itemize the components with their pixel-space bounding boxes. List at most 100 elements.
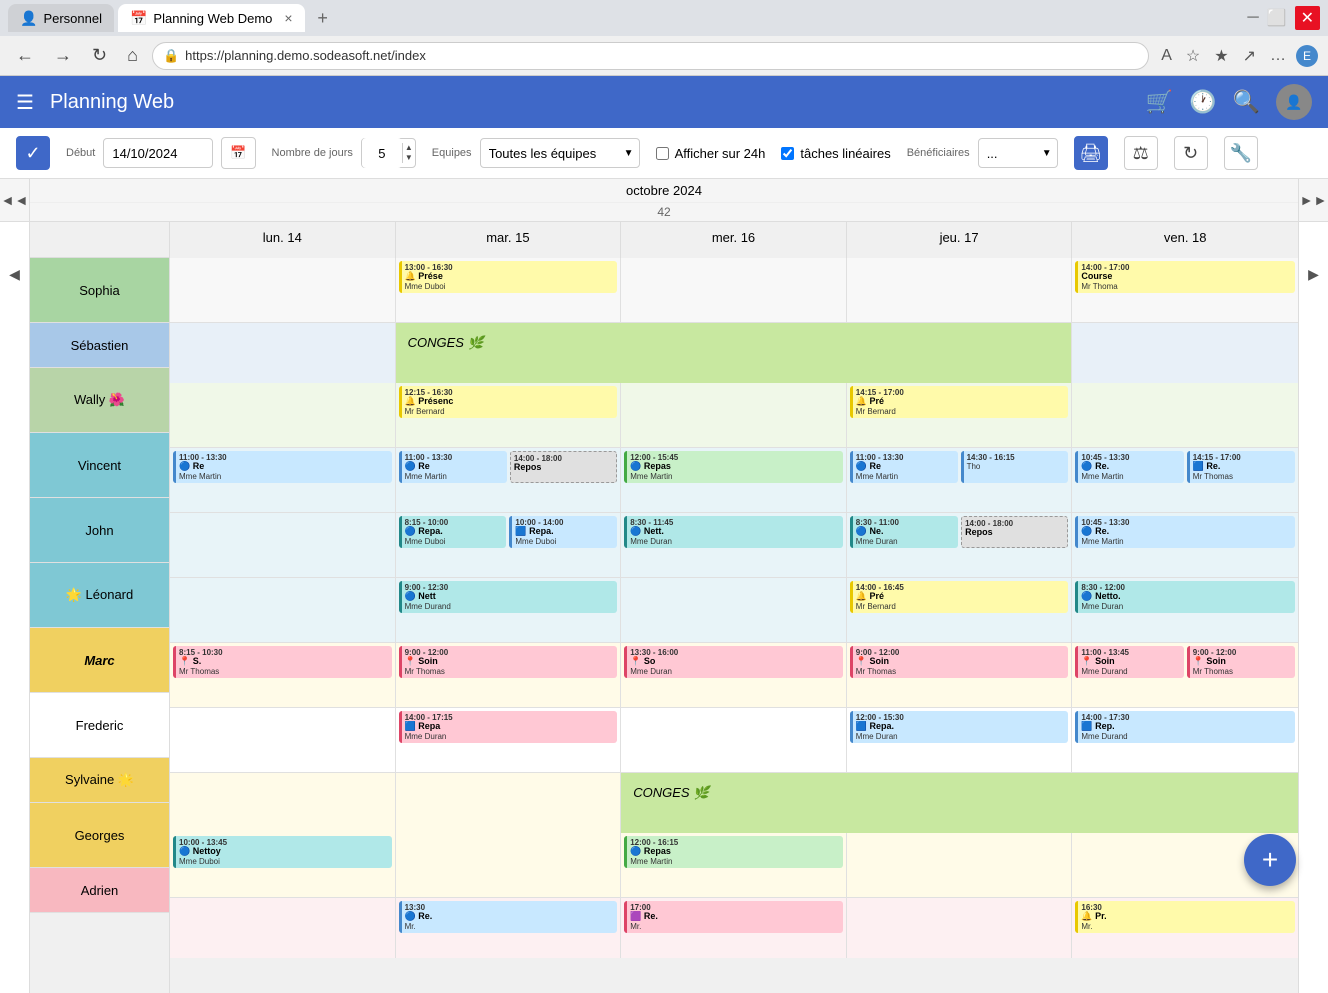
- calendar-picker-button[interactable]: 📅: [221, 137, 255, 169]
- list-item[interactable]: 10:45 - 13:30 🔵 Re. Mme Martin: [1075, 451, 1183, 483]
- cell-sylvaine-mon[interactable]: [170, 773, 396, 833]
- back-button[interactable]: ←: [10, 41, 40, 70]
- cell-adrien-mon[interactable]: [170, 898, 396, 958]
- cell-vincent-tue[interactable]: 11:00 - 13:30 🔵 Re Mme Martin 14:00 - 18…: [396, 448, 622, 512]
- cell-marc-tue[interactable]: 9:00 - 12:00 📍 Soin Mr Thomas: [396, 643, 622, 707]
- next-month-button[interactable]: ►►: [1296, 188, 1328, 212]
- cell-marc-fri[interactable]: 11:00 - 13:45 📍 Soin Mme Durand 9:00 - 1…: [1072, 643, 1298, 707]
- cell-sophia-tue[interactable]: 13:00 - 16:30 🔔 Prése Mme Duboi: [396, 258, 622, 322]
- cell-georges-thu[interactable]: [847, 833, 1073, 897]
- cell-vincent-fri[interactable]: 10:45 - 13:30 🔵 Re. Mme Martin 14:15 - 1…: [1072, 448, 1298, 512]
- fab-add-button[interactable]: +: [1244, 834, 1296, 886]
- cell-leonard-fri[interactable]: 8:30 - 12:00 🔵 Netto. Mme Duran: [1072, 578, 1298, 642]
- cell-frederic-fri[interactable]: 14:00 - 17:30 🟦 Rep. Mme Durand: [1072, 708, 1298, 772]
- cell-vincent-thu[interactable]: 11:00 - 13:30 🔵 Re Mme Martin 14:30 - 16…: [847, 448, 1073, 512]
- cell-wally-tue[interactable]: 12:15 - 16:30 🔔 Présenc Mr Bernard: [396, 383, 622, 447]
- cell-adrien-tue[interactable]: 13:30 🔵 Re. Mr.: [396, 898, 622, 958]
- list-item[interactable]: 14:00 - 18:00 Repos: [961, 516, 1068, 548]
- cell-frederic-thu[interactable]: 12:00 - 15:30 🟦 Repa. Mme Duran: [847, 708, 1073, 772]
- afficher-checkbox[interactable]: [656, 147, 669, 160]
- list-item[interactable]: 13:00 - 16:30 🔔 Prése Mme Duboi: [399, 261, 618, 293]
- prev-month-button[interactable]: ◄◄: [0, 188, 32, 212]
- new-tab-button[interactable]: +: [309, 4, 337, 32]
- list-item[interactable]: 8:30 - 11:00 🔵 Ne. Mme Duran: [850, 516, 958, 548]
- bookmark-icon[interactable]: ☆: [1182, 42, 1204, 70]
- debut-input[interactable]: [103, 138, 213, 168]
- list-item[interactable]: 17:00 🟪 Re. Mr.: [624, 901, 843, 933]
- list-item[interactable]: 14:15 - 17:00 🟦 Re. Mr Thomas: [1187, 451, 1295, 483]
- cell-vincent-mon[interactable]: 11:00 - 13:30 🔵 Re Mme Martin: [170, 448, 396, 512]
- favorites-icon[interactable]: ★: [1210, 42, 1232, 70]
- list-item[interactable]: 8:15 - 10:00 🔵 Repa. Mme Duboi: [399, 516, 507, 548]
- list-item[interactable]: 12:00 - 16:15 🔵 Repas Mme Martin: [624, 836, 843, 868]
- list-item[interactable]: 12:15 - 16:30 🔔 Présenc Mr Bernard: [399, 386, 618, 418]
- cell-wally-wed[interactable]: [621, 383, 847, 447]
- list-item[interactable]: 14:30 - 16:15 Tho: [961, 451, 1069, 483]
- list-item[interactable]: 14:15 - 17:00 🔔 Pré Mr Bernard: [850, 386, 1069, 418]
- cell-leonard-thu[interactable]: 14:00 - 16:45 🔔 Pré Mr Bernard: [847, 578, 1073, 642]
- cell-adrien-wed[interactable]: 17:00 🟪 Re. Mr.: [621, 898, 847, 958]
- cell-sylvaine-conges[interactable]: CONGES 🌿: [621, 773, 1298, 833]
- equipes-select[interactable]: Toutes les équipes: [480, 138, 640, 168]
- cell-john-wed[interactable]: 8:30 - 11:45 🔵 Nett. Mme Duran: [621, 513, 847, 577]
- list-item[interactable]: 8:30 - 12:00 🔵 Netto. Mme Duran: [1075, 581, 1295, 613]
- minimize-icon[interactable]: ─: [1247, 9, 1258, 27]
- list-item[interactable]: 14:00 - 16:45 🔔 Pré Mr Bernard: [850, 581, 1069, 613]
- cell-john-thu[interactable]: 8:30 - 11:00 🔵 Ne. Mme Duran 14:00 - 18:…: [847, 513, 1073, 577]
- confirm-button[interactable]: ✓: [16, 136, 50, 170]
- list-item[interactable]: 14:00 - 17:30 🟦 Rep. Mme Durand: [1075, 711, 1295, 743]
- next-week-button[interactable]: ▶: [1304, 262, 1323, 287]
- cell-leonard-tue[interactable]: 9:00 - 12:30 🔵 Nett Mme Durand: [396, 578, 622, 642]
- search-header-icon[interactable]: 🔍: [1233, 89, 1260, 115]
- list-item[interactable]: 11:00 - 13:45 📍 Soin Mme Durand: [1075, 646, 1183, 678]
- cell-marc-mon[interactable]: 8:15 - 10:30 📍 S. Mr Thomas: [170, 643, 396, 707]
- cell-georges-mon[interactable]: 10:00 - 13:45 🔵 Nettoy Mme Duboi: [170, 833, 396, 897]
- afficher-checkbox-label[interactable]: Afficher sur 24h: [656, 146, 766, 161]
- cell-sylvaine-tue[interactable]: [396, 773, 622, 833]
- cell-sebastien-tue-conges[interactable]: CONGES 🌿: [396, 323, 1073, 383]
- list-item[interactable]: 14:00 - 17:00 Course Mr Thoma: [1075, 261, 1295, 293]
- share-icon[interactable]: ↗: [1239, 42, 1260, 70]
- tab-close-icon[interactable]: ×: [284, 10, 292, 26]
- cell-sophia-mon[interactable]: [170, 258, 396, 322]
- balance-button[interactable]: ⚖: [1124, 136, 1158, 170]
- cell-adrien-fri[interactable]: 16:30 🔔 Pr. Mr.: [1072, 898, 1298, 958]
- user-avatar[interactable]: 👤: [1276, 84, 1312, 120]
- cell-frederic-tue[interactable]: 14:00 - 17:15 🟦 Repa Mme Duran: [396, 708, 622, 772]
- cell-john-fri[interactable]: 10:45 - 13:30 🔵 Re. Mme Martin: [1072, 513, 1298, 577]
- forward-button[interactable]: →: [48, 41, 78, 70]
- cell-john-mon[interactable]: [170, 513, 396, 577]
- close-icon[interactable]: ✕: [1295, 6, 1320, 30]
- jours-up-button[interactable]: ▲: [403, 143, 415, 153]
- address-bar[interactable]: 🔒 https://planning.demo.sodeasoft.net/in…: [152, 42, 1149, 70]
- cell-sophia-wed[interactable]: [621, 258, 847, 322]
- print-button[interactable]: 🖨: [1074, 136, 1108, 170]
- cell-marc-wed[interactable]: 13:30 - 16:00 📍 So Mme Duran: [621, 643, 847, 707]
- translate-icon[interactable]: A: [1157, 43, 1176, 69]
- cell-frederic-wed[interactable]: [621, 708, 847, 772]
- tab-planning[interactable]: 📅 Planning Web Demo ×: [118, 4, 305, 32]
- list-item[interactable]: 12:00 - 15:45 🔵 Repas Mme Martin: [624, 451, 843, 483]
- list-item[interactable]: 12:00 - 15:30 🟦 Repa. Mme Duran: [850, 711, 1069, 743]
- refresh-button[interactable]: ↻: [1174, 136, 1208, 170]
- list-item[interactable]: 14:00 - 17:15 🟦 Repa Mme Duran: [399, 711, 618, 743]
- reload-button[interactable]: ↻: [86, 41, 113, 70]
- taches-checkbox-label[interactable]: tâches linéaires: [781, 146, 890, 161]
- cell-wally-thu[interactable]: 14:15 - 17:00 🔔 Pré Mr Bernard: [847, 383, 1073, 447]
- cell-leonard-wed[interactable]: [621, 578, 847, 642]
- list-item[interactable]: 16:30 🔔 Pr. Mr.: [1075, 901, 1295, 933]
- more-icon[interactable]: …: [1266, 43, 1290, 69]
- history-icon[interactable]: 🕐: [1189, 89, 1216, 115]
- jours-input[interactable]: [362, 138, 402, 168]
- cell-sophia-thu[interactable]: [847, 258, 1073, 322]
- list-item[interactable]: 9:00 - 12:30 🔵 Nett Mme Durand: [399, 581, 618, 613]
- list-item[interactable]: 9:00 - 12:00 📍 Soin Mr Thomas: [1187, 646, 1295, 678]
- cell-adrien-thu[interactable]: [847, 898, 1073, 958]
- list-item[interactable]: 8:15 - 10:30 📍 S. Mr Thomas: [173, 646, 392, 678]
- list-item[interactable]: 10:45 - 13:30 🔵 Re. Mme Martin: [1075, 516, 1295, 548]
- cart-icon[interactable]: 🛒: [1146, 89, 1173, 115]
- cell-georges-tue[interactable]: [396, 833, 622, 897]
- list-item[interactable]: 14:00 - 18:00 Repos: [510, 451, 617, 483]
- list-item[interactable]: 9:00 - 12:00 📍 Soin Mr Thomas: [850, 646, 1069, 678]
- cell-wally-mon[interactable]: [170, 383, 396, 447]
